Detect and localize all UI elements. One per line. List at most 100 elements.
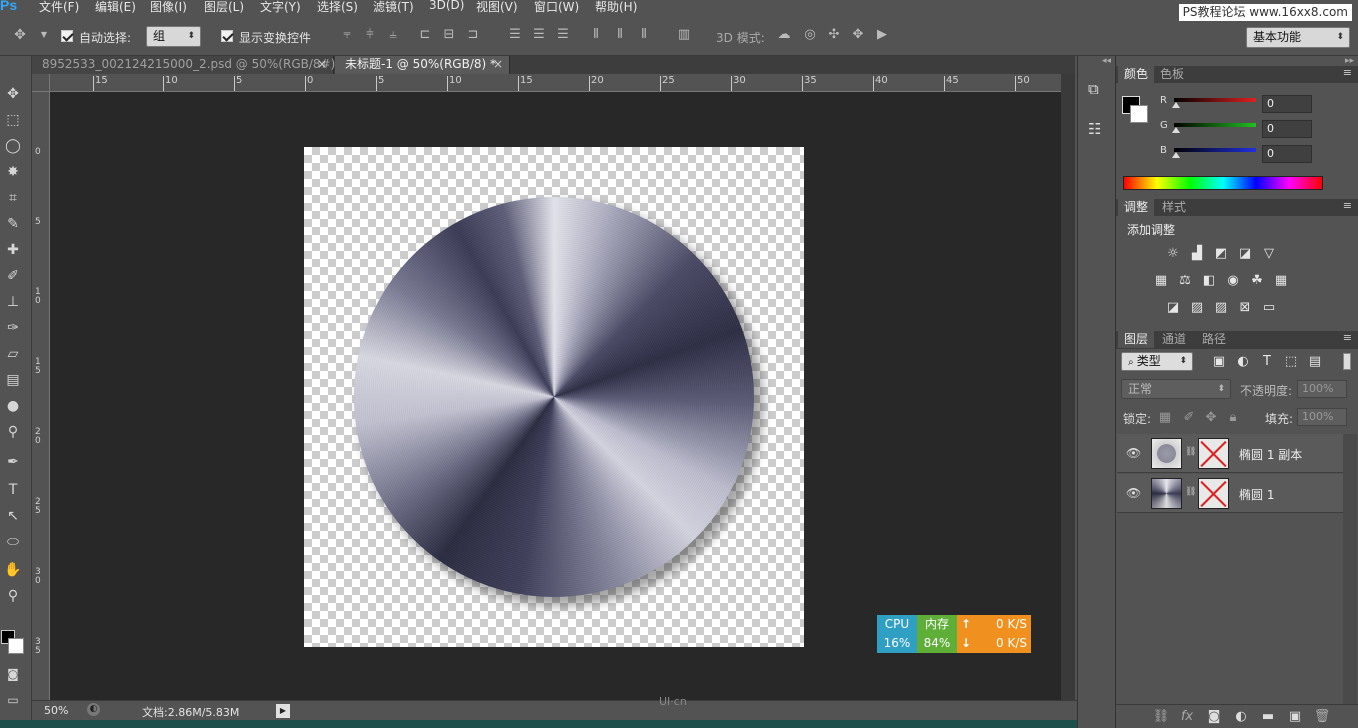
hue-saturation-icon[interactable]: ▦ <box>1152 273 1170 289</box>
type-tool-icon[interactable]: T <box>3 480 23 500</box>
share-icon[interactable]: ◐ <box>87 703 100 716</box>
menu-type[interactable]: 文字(Y) <box>260 0 301 15</box>
tab-paths[interactable]: 路径 <box>1196 331 1232 348</box>
auto-align-icon[interactable]: ▥ <box>676 27 692 43</box>
lock-transparent-icon[interactable]: ▦ <box>1156 410 1174 426</box>
brightness-contrast-icon[interactable]: ☼ <box>1164 246 1182 262</box>
tab-adjustments[interactable]: 调整 <box>1118 199 1155 216</box>
hand-tool-icon[interactable]: ✋ <box>3 560 23 580</box>
pen-tool-icon[interactable]: ✒ <box>3 452 23 472</box>
quick-mask-icon[interactable]: ◙ <box>3 664 23 684</box>
layer-name[interactable]: 椭圆 1 副本 <box>1239 446 1302 463</box>
distribute-hcenter-icon[interactable]: ⦀ <box>612 27 628 43</box>
document-canvas[interactable] <box>304 147 804 647</box>
new-adjustment-layer-icon[interactable]: ◐ <box>1232 709 1250 725</box>
auto-select-checkbox[interactable] <box>61 28 73 42</box>
blur-tool-icon[interactable]: ● <box>3 396 23 416</box>
new-layer-icon[interactable]: ▣ <box>1286 709 1304 725</box>
align-right-icon[interactable]: ⊐ <box>465 27 481 43</box>
fx-icon[interactable]: fx <box>1178 709 1196 725</box>
slider-thumb[interactable] <box>1172 127 1180 133</box>
ellipse-tool-icon[interactable]: ⬭ <box>3 532 23 552</box>
black-white-icon[interactable]: ◧ <box>1200 273 1218 289</box>
align-bottom-icon[interactable]: ⫨ <box>385 27 401 43</box>
panel-menu-icon[interactable]: ≡ <box>1343 66 1352 79</box>
eye-icon[interactable]: 👁︎ <box>1126 446 1141 460</box>
filter-adjustment-icon[interactable]: ◐ <box>1234 354 1252 370</box>
marquee-tool-icon[interactable]: ⬚ <box>3 110 23 130</box>
history-panel-icon[interactable]: ⧉ <box>1088 80 1099 98</box>
filter-pixel-icon[interactable]: ▣ <box>1210 354 1228 370</box>
slider-thumb[interactable] <box>1172 102 1180 108</box>
workspace-dropdown[interactable]: 基本功能 ⬍ <box>1246 27 1350 48</box>
background-color-swatch[interactable] <box>8 638 24 654</box>
menu-window[interactable]: 窗口(W) <box>534 0 579 15</box>
distribute-bottom-icon[interactable]: ☰ <box>555 27 571 43</box>
link-icon[interactable]: ⛓ <box>1185 487 1196 497</box>
auto-select-dropdown[interactable]: 组 ⬍ <box>146 26 201 47</box>
path-selection-tool-icon[interactable]: ↖ <box>3 506 23 526</box>
color-lookup-icon[interactable]: ▦ <box>1272 273 1290 289</box>
align-left-icon[interactable]: ⊏ <box>417 27 433 43</box>
canvas-area[interactable]: CPU 16% 内存 84% ↑ ↓ 0 K/S 0 K/S <box>50 92 1061 700</box>
menu-edit[interactable]: 编辑(E) <box>95 0 136 15</box>
layers-scrollbar[interactable] <box>1343 434 1357 704</box>
close-icon[interactable]: × <box>317 56 327 73</box>
filter-smart-object-icon[interactable]: ▤ <box>1306 354 1324 370</box>
dodge-tool-icon[interactable]: ⚲ <box>3 422 23 442</box>
levels-icon[interactable]: ▟ <box>1188 246 1206 262</box>
invert-icon[interactable]: ◪ <box>1164 300 1182 316</box>
layer-row[interactable]: 👁︎ ⛓ 椭圆 1 <box>1117 474 1343 513</box>
status-menu-arrow-icon[interactable]: ▶ <box>276 704 290 718</box>
vertical-scrollbar[interactable] <box>1061 74 1075 700</box>
3d-drag-icon[interactable]: ✣ <box>826 27 842 43</box>
channel-slider-r[interactable] <box>1174 98 1256 102</box>
lock-position-icon[interactable]: ✥ <box>1202 410 1220 426</box>
3d-scale-icon[interactable]: ▶ <box>874 27 890 43</box>
tab-document-2[interactable]: 未标题-1 @ 50%(RGB/8) * × <box>335 56 510 74</box>
menu-file[interactable]: 文件(F) <box>39 0 79 15</box>
expand-arrows-icon[interactable]: ▸▸ <box>1345 56 1354 66</box>
link-icon[interactable]: ⛓ <box>1185 447 1196 457</box>
blend-mode-dropdown[interactable]: 正常 ⬍ <box>1121 379 1231 399</box>
channel-mixer-icon[interactable]: ☘ <box>1248 273 1266 289</box>
tab-styles[interactable]: 样式 <box>1156 199 1192 216</box>
menu-help[interactable]: 帮助(H) <box>595 0 637 15</box>
menu-3d[interactable]: 3D(D) <box>429 0 464 12</box>
brush-tool-icon[interactable]: ✐ <box>3 266 23 286</box>
collapse-arrows-icon[interactable]: ◂◂ <box>1078 56 1115 68</box>
lock-image-icon[interactable]: ✐ <box>1180 410 1198 426</box>
healing-brush-tool-icon[interactable]: ✚ <box>3 240 23 260</box>
panel-menu-icon[interactable]: ≡ <box>1343 199 1352 212</box>
tab-color[interactable]: 颜色 <box>1118 66 1155 83</box>
fill-field[interactable]: 100% <box>1297 408 1347 426</box>
link-layers-icon[interactable]: ⛓ <box>1152 709 1170 725</box>
3d-roll-icon[interactable]: ◎ <box>802 27 818 43</box>
zoom-tool-icon[interactable]: ⚲ <box>3 586 23 606</box>
show-transform-checkbox[interactable] <box>221 28 233 42</box>
tab-layers[interactable]: 图层 <box>1118 331 1155 348</box>
vector-mask-thumbnail[interactable] <box>1198 438 1229 469</box>
move-tool-preset-icon[interactable]: ✥ <box>12 27 28 43</box>
filter-toggle-switch[interactable] <box>1343 353 1351 370</box>
gradient-map-icon[interactable]: ▭ <box>1260 300 1278 316</box>
menu-filter[interactable]: 滤镜(T) <box>373 0 414 15</box>
eye-icon[interactable]: 👁︎ <box>1126 486 1141 500</box>
vector-mask-thumbnail[interactable] <box>1198 478 1229 509</box>
layer-filter-dropdown[interactable]: ⌕ 类型 ⬍ <box>1121 352 1193 371</box>
lock-all-icon[interactable]: 🔒︎ <box>1224 410 1242 426</box>
channel-slider-g[interactable] <box>1174 123 1256 127</box>
3d-slide-icon[interactable]: ✥ <box>850 27 866 43</box>
channel-value-g[interactable]: 0 <box>1262 120 1312 138</box>
add-mask-icon[interactable]: ◙ <box>1205 709 1223 725</box>
selective-color-icon[interactable]: ⊠ <box>1236 300 1254 316</box>
color-spectrum-ramp[interactable] <box>1123 176 1323 190</box>
eraser-tool-icon[interactable]: ▱ <box>3 344 23 364</box>
channel-value-b[interactable]: 0 <box>1262 145 1312 163</box>
curves-icon[interactable]: ◩ <box>1212 246 1230 262</box>
align-vcenter-icon[interactable]: ⫩ <box>362 27 378 43</box>
distribute-vcenter-icon[interactable]: ☰ <box>531 27 547 43</box>
distribute-top-icon[interactable]: ☰ <box>507 27 523 43</box>
screen-mode-icon[interactable]: ▭ <box>3 690 23 710</box>
filter-type-icon[interactable]: T <box>1258 354 1276 370</box>
